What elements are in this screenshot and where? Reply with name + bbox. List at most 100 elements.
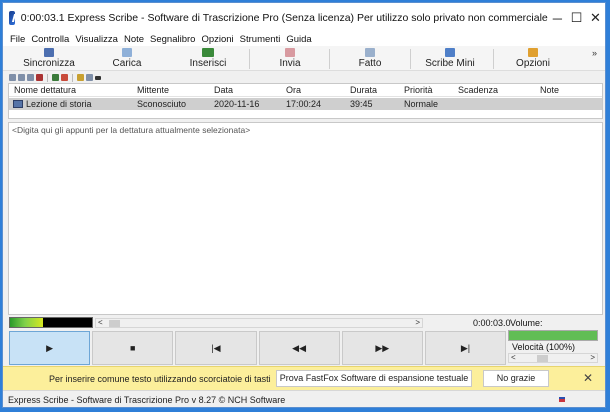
toolbar-separator <box>72 73 73 82</box>
sync-icon <box>44 48 54 57</box>
column-date[interactable]: Data <box>214 84 233 97</box>
send-label: Invia <box>279 58 301 69</box>
close-notification-icon[interactable]: ✕ <box>583 371 593 385</box>
toolbar-separator <box>47 73 48 82</box>
dropdown-icon[interactable] <box>95 75 101 80</box>
menu-visualizza[interactable]: Visualizza <box>72 34 121 45</box>
notes-placeholder: <Digita qui gli appunti per la dettatura… <box>12 125 251 135</box>
minimize-button[interactable]: ─ <box>548 3 567 33</box>
go-to-start-button[interactable]: |◀ <box>175 331 257 365</box>
menu-controlla[interactable]: Controlla <box>28 34 72 45</box>
cell-date: 2020-11-16 <box>214 99 260 109</box>
promo-notification-bar: Per inserire comune testo utilizzando sc… <box>3 366 605 398</box>
cell-name: Lezione di storia <box>26 99 92 109</box>
audio-level-meter <box>9 317 93 328</box>
secondary-toolbar <box>3 72 605 83</box>
menu-note[interactable]: Note <box>121 34 147 45</box>
menu-file[interactable]: File <box>3 34 28 45</box>
maximize-button[interactable]: ☐ <box>567 3 586 33</box>
volume-slider[interactable] <box>508 330 598 341</box>
send-icon <box>285 48 295 57</box>
play-icon: ▶ <box>46 342 54 353</box>
speed-slider[interactable]: < > <box>508 353 598 363</box>
cell-time: 17:00:24 <box>286 99 322 109</box>
toolbar-separator <box>249 49 250 69</box>
column-sender[interactable]: Mittente <box>137 84 169 97</box>
insert-icon <box>202 48 214 57</box>
stop-icon: ■ <box>130 343 136 353</box>
fast-forward-icon: ▶▶ <box>375 342 390 353</box>
cell-sender: Sconosciuto <box>137 99 187 109</box>
send-button[interactable]: Invia <box>277 46 303 71</box>
bookmark-icon[interactable] <box>52 74 59 81</box>
options-icon <box>528 48 538 57</box>
menu-strumenti[interactable]: Strumenti <box>237 34 284 45</box>
print-icon[interactable] <box>27 74 34 81</box>
position-scroll-thumb[interactable] <box>109 320 120 327</box>
toolbar-overflow-icon[interactable]: » <box>592 48 597 58</box>
speed-down-icon[interactable]: < <box>511 353 516 362</box>
position-scrollbar[interactable]: < > <box>95 318 423 328</box>
options-button[interactable]: Opzioni <box>513 46 553 71</box>
menu-guida[interactable]: Guida <box>283 34 314 45</box>
highlight-icon[interactable] <box>61 74 68 81</box>
list-header: Nome dettatura Mittente Data Ora Durata … <box>9 84 602 97</box>
load-icon <box>122 48 132 57</box>
table-row[interactable]: Lezione di storia Sconosciuto 2020-11-16… <box>9 98 602 110</box>
audio-level-fill <box>10 318 43 327</box>
speed-slider-thumb[interactable] <box>537 355 548 362</box>
cell-duration: 39:45 <box>350 99 373 109</box>
express-scribe-app-icon <box>9 11 15 25</box>
menu-opzioni[interactable]: Opzioni <box>198 34 236 45</box>
rewind-button[interactable]: ◀◀ <box>258 331 340 365</box>
speed-up-icon[interactable]: > <box>590 353 595 362</box>
toolbar-separator <box>410 49 411 69</box>
scroll-left-icon[interactable]: < <box>98 318 103 327</box>
delete-icon[interactable] <box>36 74 43 81</box>
column-due[interactable]: Scadenza <box>458 84 498 97</box>
column-duration[interactable]: Durata <box>350 84 377 97</box>
marker-icon[interactable] <box>77 74 84 81</box>
scribe-mini-icon <box>445 48 455 57</box>
close-button[interactable]: ✕ <box>586 3 605 33</box>
load-button[interactable]: Carica <box>107 46 147 71</box>
skip-end-icon: ▶| <box>460 342 471 353</box>
stop-button[interactable]: ■ <box>92 331 174 365</box>
fast-forward-button[interactable]: ▶▶ <box>341 331 423 365</box>
done-button[interactable]: Fatto <box>355 46 385 71</box>
window-title: 0:00:03.1 Express Scribe - Software di T… <box>20 12 548 24</box>
transport-controls: ▶ ■ |◀ ◀◀ ▶▶ ▶| <box>9 331 507 365</box>
sync-button[interactable]: Sincronizza <box>21 46 77 71</box>
tools-icon[interactable] <box>86 74 93 81</box>
column-priority[interactable]: Priorità <box>404 84 433 97</box>
done-icon <box>365 48 375 57</box>
column-time[interactable]: Ora <box>286 84 301 97</box>
no-thanks-button[interactable]: No grazie <box>483 370 549 387</box>
dictation-file-icon <box>13 100 23 108</box>
toolbar-separator <box>493 49 494 69</box>
toolbar-separator <box>329 49 330 69</box>
speed-label: Velocità (100%) <box>512 342 576 352</box>
app-window: 0:00:03.1 Express Scribe - Software di T… <box>2 2 606 408</box>
dictation-list: Nome dettatura Mittente Data Ora Durata … <box>8 83 603 119</box>
insert-button[interactable]: Inserisci <box>187 46 229 71</box>
notes-editor[interactable]: <Digita qui gli appunti per la dettatura… <box>8 122 603 315</box>
volume-fill <box>509 331 597 340</box>
new-icon[interactable] <box>9 74 16 81</box>
column-name[interactable]: Nome dettatura <box>14 84 76 97</box>
scribe-mini-button[interactable]: Scribe Mini <box>425 46 475 71</box>
title-bar: 0:00:03.1 Express Scribe - Software di T… <box>3 3 605 33</box>
menu-bar: File Controlla Visualizza Note Segnalibr… <box>3 33 605 46</box>
sync-label: Sincronizza <box>23 58 75 69</box>
try-fastfox-button[interactable]: Prova FastFox Software di espansione tes… <box>276 370 472 398</box>
status-text: Express Scribe - Software di Trascrizion… <box>8 395 286 405</box>
rewind-icon: ◀◀ <box>292 342 307 353</box>
save-icon[interactable] <box>18 74 25 81</box>
main-toolbar: Sincronizza Carica Inserisci Invia Fatto… <box>3 46 605 71</box>
options-label: Opzioni <box>516 58 550 69</box>
scroll-right-icon[interactable]: > <box>415 318 420 327</box>
column-notes[interactable]: Note <box>540 84 559 97</box>
play-button[interactable]: ▶ <box>9 331 91 365</box>
go-to-end-button[interactable]: ▶| <box>424 331 507 365</box>
menu-segnalibro[interactable]: Segnalibro <box>147 34 198 45</box>
